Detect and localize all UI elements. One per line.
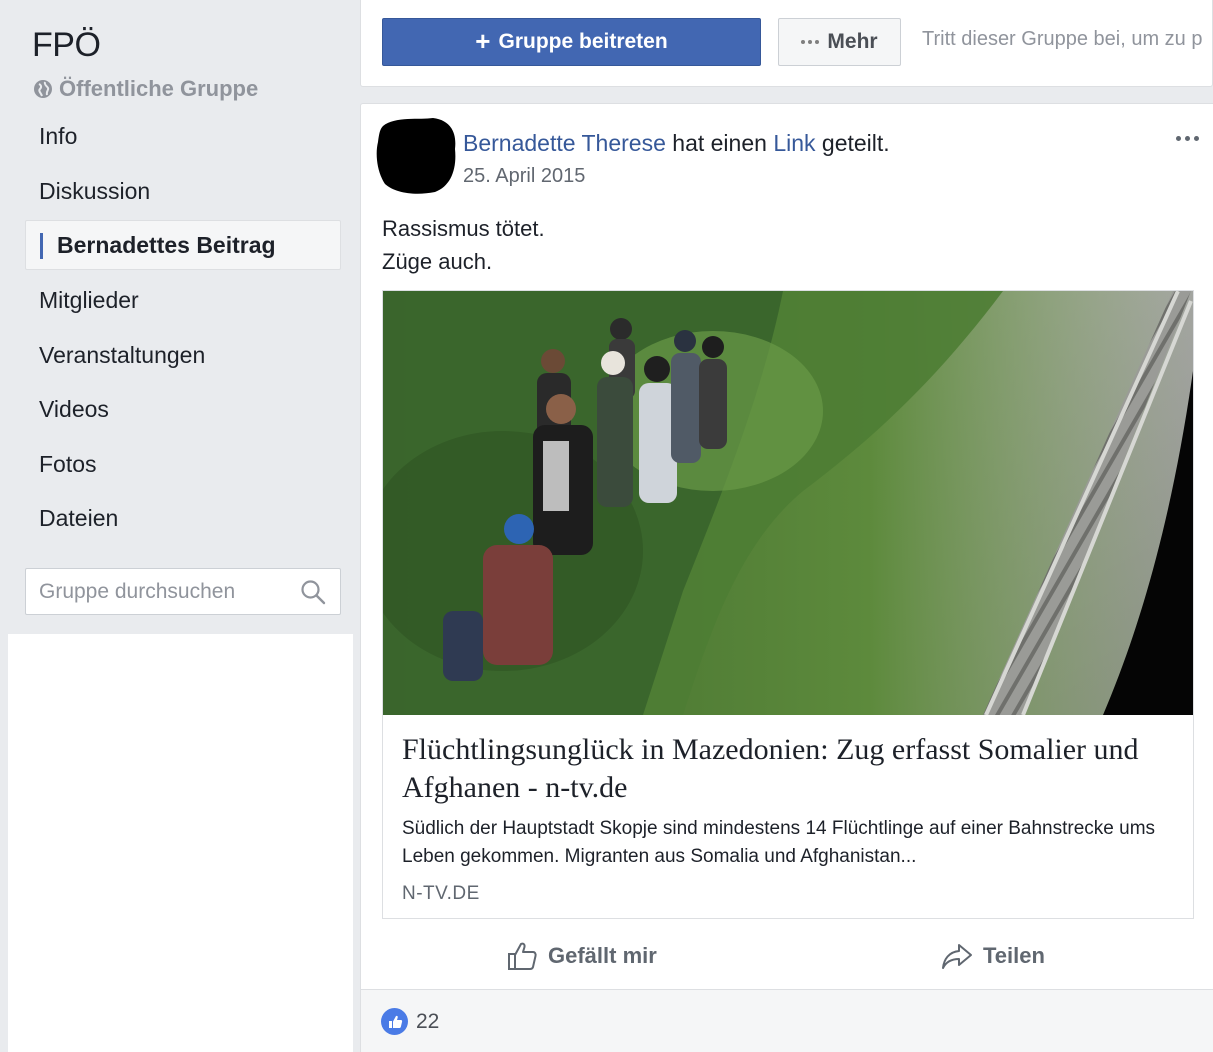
- nav-item-videos[interactable]: Videos: [25, 384, 341, 434]
- nav-item-label: Dateien: [39, 504, 119, 531]
- group-search: [25, 568, 341, 615]
- post-action-suffix: geteilt.: [821, 130, 890, 156]
- share-label: Teilen: [983, 943, 1045, 968]
- post-action-prefix: hat einen: [672, 130, 767, 156]
- nav-item-label: Mitglieder: [39, 286, 139, 313]
- nav-item-label: Fotos: [39, 450, 97, 477]
- nav-item-label: Bernadettes Beitrag: [57, 231, 276, 258]
- sidebar-blank-panel: [8, 634, 353, 1052]
- link-description: Südlich der Hauptstadt Skopje sind minde…: [402, 818, 1156, 867]
- railway-photo: [383, 291, 1193, 715]
- nav-item-bernadettes-beitrag[interactable]: Bernadettes Beitrag: [25, 220, 341, 270]
- globe-icon: [34, 80, 52, 98]
- group-action-bar: + Gruppe beitreten Mehr Tritt dieser Gru…: [360, 0, 1213, 87]
- like-label: Gefällt mir: [548, 943, 657, 968]
- group-search-input[interactable]: [39, 579, 294, 604]
- post-text-line: Züge auch.: [382, 249, 493, 274]
- like-button[interactable]: Gefällt mir: [506, 934, 657, 978]
- post-message: Rassismus tötet. Züge auch.: [382, 212, 545, 278]
- link-title[interactable]: Flüchtlingsunglück in Mazedonien: Zug er…: [402, 731, 1182, 807]
- more-dots-icon: [801, 40, 820, 44]
- post-header: Bernadette Therese hat einen Link geteil…: [463, 130, 890, 157]
- like-reaction-icon: [381, 1008, 408, 1035]
- left-sidebar: FPÖ Öffentliche Gruppe Info Diskussion B…: [0, 0, 353, 1052]
- like-count-value: 22: [416, 1009, 440, 1033]
- reactions-bar: 22: [361, 989, 1213, 1052]
- like-count[interactable]: 22: [381, 1008, 439, 1035]
- group-privacy: Öffentliche Gruppe: [33, 76, 258, 102]
- join-hint-text: Tritt dieser Gruppe bei, um zu p: [922, 28, 1203, 50]
- link-domain: N-TV.DE: [402, 883, 480, 904]
- join-group-button[interactable]: + Gruppe beitreten: [382, 18, 761, 66]
- nav-item-mitglieder[interactable]: Mitglieder: [25, 275, 341, 325]
- post-options-icon[interactable]: [1176, 136, 1199, 141]
- author-name-link[interactable]: Bernadette Therese: [463, 130, 666, 156]
- nav-item-label: Veranstaltungen: [39, 341, 206, 368]
- nav-item-fotos[interactable]: Fotos: [25, 439, 341, 489]
- plus-icon: +: [475, 25, 491, 56]
- search-icon[interactable]: [300, 579, 326, 605]
- link-preview-image[interactable]: [383, 291, 1193, 715]
- more-button[interactable]: Mehr: [778, 18, 901, 66]
- share-arrow-icon: [942, 944, 972, 969]
- join-group-label: Gruppe beitreten: [498, 30, 668, 53]
- post-action-bar: Gefällt mir Teilen: [361, 934, 1213, 989]
- nav-item-dateien[interactable]: Dateien: [25, 493, 341, 543]
- nav-item-label: Videos: [39, 395, 109, 422]
- more-label: Mehr: [827, 30, 878, 53]
- group-name[interactable]: FPÖ: [32, 26, 101, 65]
- group-privacy-label: Öffentliche Gruppe: [59, 76, 259, 101]
- link-preview-card[interactable]: Flüchtlingsunglück in Mazedonien: Zug er…: [382, 290, 1194, 919]
- post-text-line: Rassismus tötet.: [382, 216, 545, 241]
- share-button[interactable]: Teilen: [941, 934, 1045, 978]
- nav-item-diskussion[interactable]: Diskussion: [25, 166, 341, 216]
- nav-item-info[interactable]: Info: [25, 111, 341, 161]
- post-timestamp[interactable]: 25. April 2015: [463, 165, 585, 188]
- post-card: Bernadette Therese hat einen Link geteil…: [360, 103, 1213, 1052]
- nav-item-veranstaltungen[interactable]: Veranstaltungen: [25, 330, 341, 380]
- thumbs-up-icon: [508, 942, 537, 970]
- shared-link-link[interactable]: Link: [773, 130, 815, 156]
- nav-item-label: Info: [39, 122, 78, 149]
- nav-item-label: Diskussion: [39, 177, 151, 204]
- author-avatar-redacted[interactable]: [375, 114, 457, 194]
